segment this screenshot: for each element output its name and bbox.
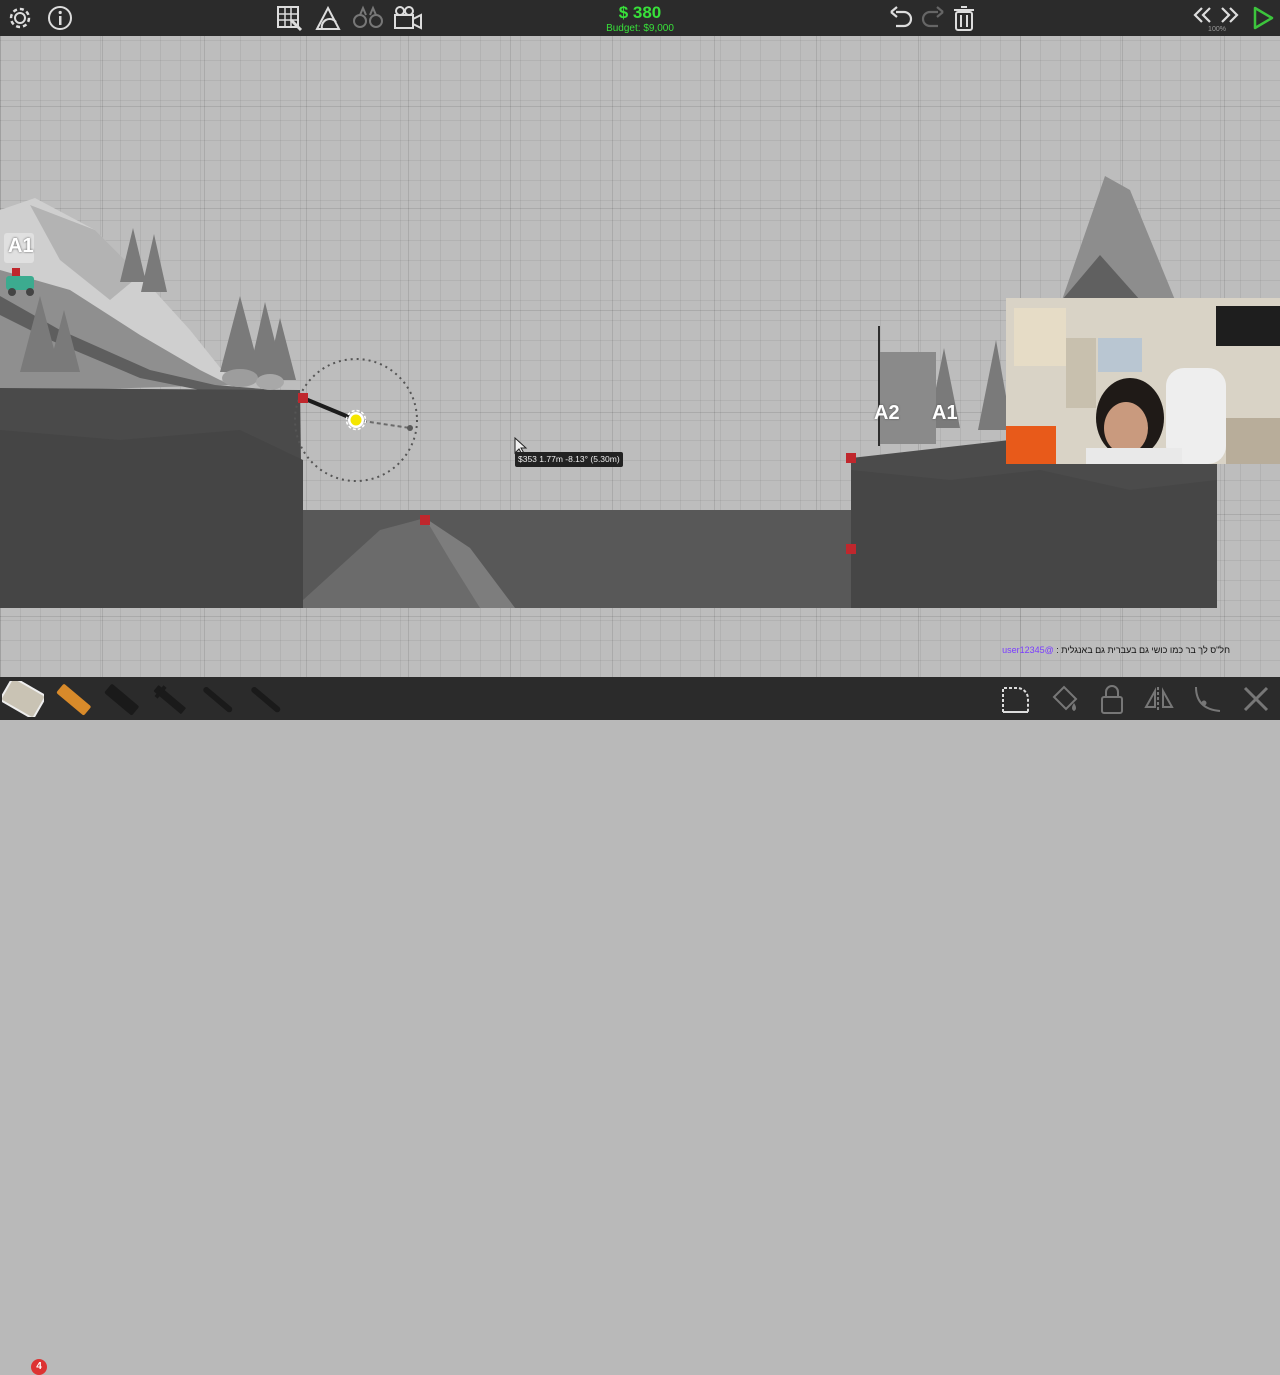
bridge-beam-preview xyxy=(302,396,357,422)
delete-tool-icon[interactable] xyxy=(1238,681,1274,717)
right-anchor-a1-label: A1 xyxy=(932,402,958,424)
binoculars-icon[interactable] xyxy=(352,4,384,32)
fast-forward-icon[interactable] xyxy=(1218,4,1242,26)
game-stage[interactable]: A1 A2 A1 $353 1.77m -8.13° (5.30m) חל"ס … xyxy=(0,0,1280,720)
anchor-joint xyxy=(420,515,430,525)
webcam-image xyxy=(1006,298,1280,464)
camera-icon[interactable] xyxy=(392,4,424,32)
play-icon[interactable] xyxy=(1249,4,1277,32)
anchor-joint xyxy=(846,453,856,463)
gear-icon[interactable] xyxy=(6,4,34,32)
split-joint-icon[interactable] xyxy=(1190,681,1226,717)
steel-icon[interactable] xyxy=(148,681,190,717)
mirror-icon[interactable] xyxy=(1142,681,1178,717)
rope-icon[interactable] xyxy=(196,681,238,717)
top-toolbar: $ 380 Budget: $9,000 100% xyxy=(0,0,1280,36)
sim-speed: 100% xyxy=(1208,26,1226,33)
redo-icon[interactable] xyxy=(918,4,948,32)
beam-info-tooltip: $353 1.77m -8.13° (5.30m) xyxy=(515,452,623,467)
lock-icon[interactable] xyxy=(1096,681,1128,717)
undo-icon[interactable] xyxy=(886,4,916,32)
bottom-toolbar: 4 xyxy=(0,677,1280,1375)
tower xyxy=(878,352,936,444)
trash-icon[interactable] xyxy=(950,4,978,32)
stress-meter-icon[interactable] xyxy=(313,4,343,32)
cable-icon[interactable] xyxy=(244,681,286,717)
anchor-joint xyxy=(846,544,856,554)
grid-snap-icon[interactable] xyxy=(274,4,304,32)
chat-username: @user12345 xyxy=(1002,645,1054,655)
select-tool-icon[interactable] xyxy=(998,681,1034,717)
rewind-icon[interactable] xyxy=(1190,4,1214,26)
budget-total: Budget: $9,000 xyxy=(606,23,674,34)
anchor-joint xyxy=(298,393,308,403)
paint-icon[interactable] xyxy=(1046,681,1082,717)
chat-message: חל"ס לך בר כמו כושי גם בעברית גם באנגלית… xyxy=(1002,645,1230,657)
material-count-badge: 4 xyxy=(31,1359,47,1375)
left-anchor-label: A1 xyxy=(8,235,34,257)
chat-message-text: חל"ס לך בר כמו כושי גם בעברית גם באנגלית… xyxy=(1056,645,1230,655)
info-icon[interactable] xyxy=(46,4,74,32)
reinforced-road-icon[interactable] xyxy=(100,681,142,717)
webcam-overlay xyxy=(1006,298,1280,464)
wood-material-icon[interactable] xyxy=(52,681,94,717)
right-anchor-a2-label: A2 xyxy=(874,402,900,424)
budget-remaining: $ 380 xyxy=(618,3,662,22)
road-material-icon[interactable] xyxy=(2,681,44,717)
